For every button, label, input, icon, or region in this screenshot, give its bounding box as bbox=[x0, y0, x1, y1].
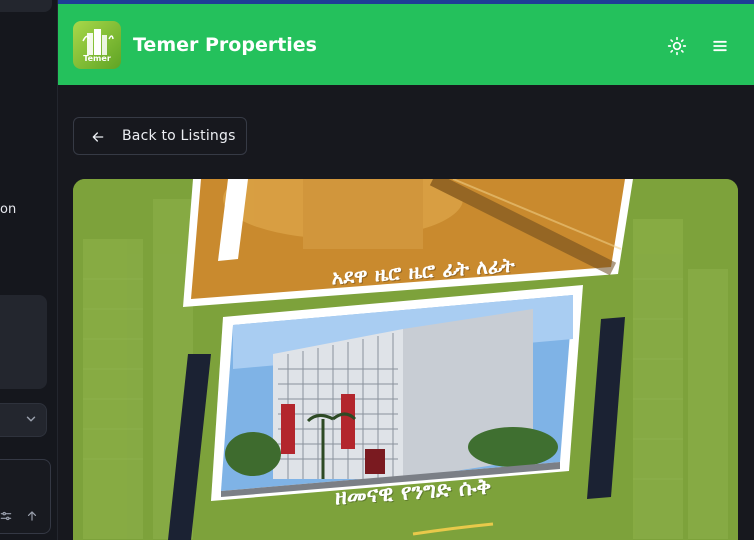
settings-sliders-icon[interactable] bbox=[0, 509, 13, 523]
sun-icon[interactable] bbox=[667, 36, 687, 56]
main-content: Temer Temer Properties Back to Listings bbox=[58, 0, 754, 540]
app-header: Temer Temer Properties bbox=[58, 4, 754, 85]
sidebar-dropdown[interactable] bbox=[0, 403, 47, 437]
menu-icon[interactable] bbox=[710, 36, 730, 56]
logo-text: Temer bbox=[83, 54, 111, 63]
property-banner-image[interactable]: አደዋ ዜሮ ዜሮ ፊት ለፊት ዘመናዊ የንግድ ሱቅ bbox=[73, 179, 738, 540]
sidebar-message-input[interactable] bbox=[0, 459, 51, 534]
app-title: Temer Properties bbox=[133, 34, 317, 56]
sidebar-top-card bbox=[0, 0, 52, 12]
sidebar-card bbox=[0, 295, 47, 389]
left-sidebar-panel: on bbox=[0, 0, 58, 540]
sidebar-partial-text: on bbox=[0, 202, 17, 217]
arrow-left-icon bbox=[92, 132, 104, 142]
brand-logo[interactable]: Temer bbox=[73, 21, 121, 69]
chevron-down-icon bbox=[26, 416, 36, 422]
app-root: on Temer Temer Properties Back to Listin… bbox=[0, 0, 754, 540]
back-to-listings-button[interactable]: Back to Listings bbox=[73, 117, 247, 155]
back-button-label: Back to Listings bbox=[122, 128, 236, 144]
arrow-up-icon[interactable] bbox=[25, 509, 39, 523]
